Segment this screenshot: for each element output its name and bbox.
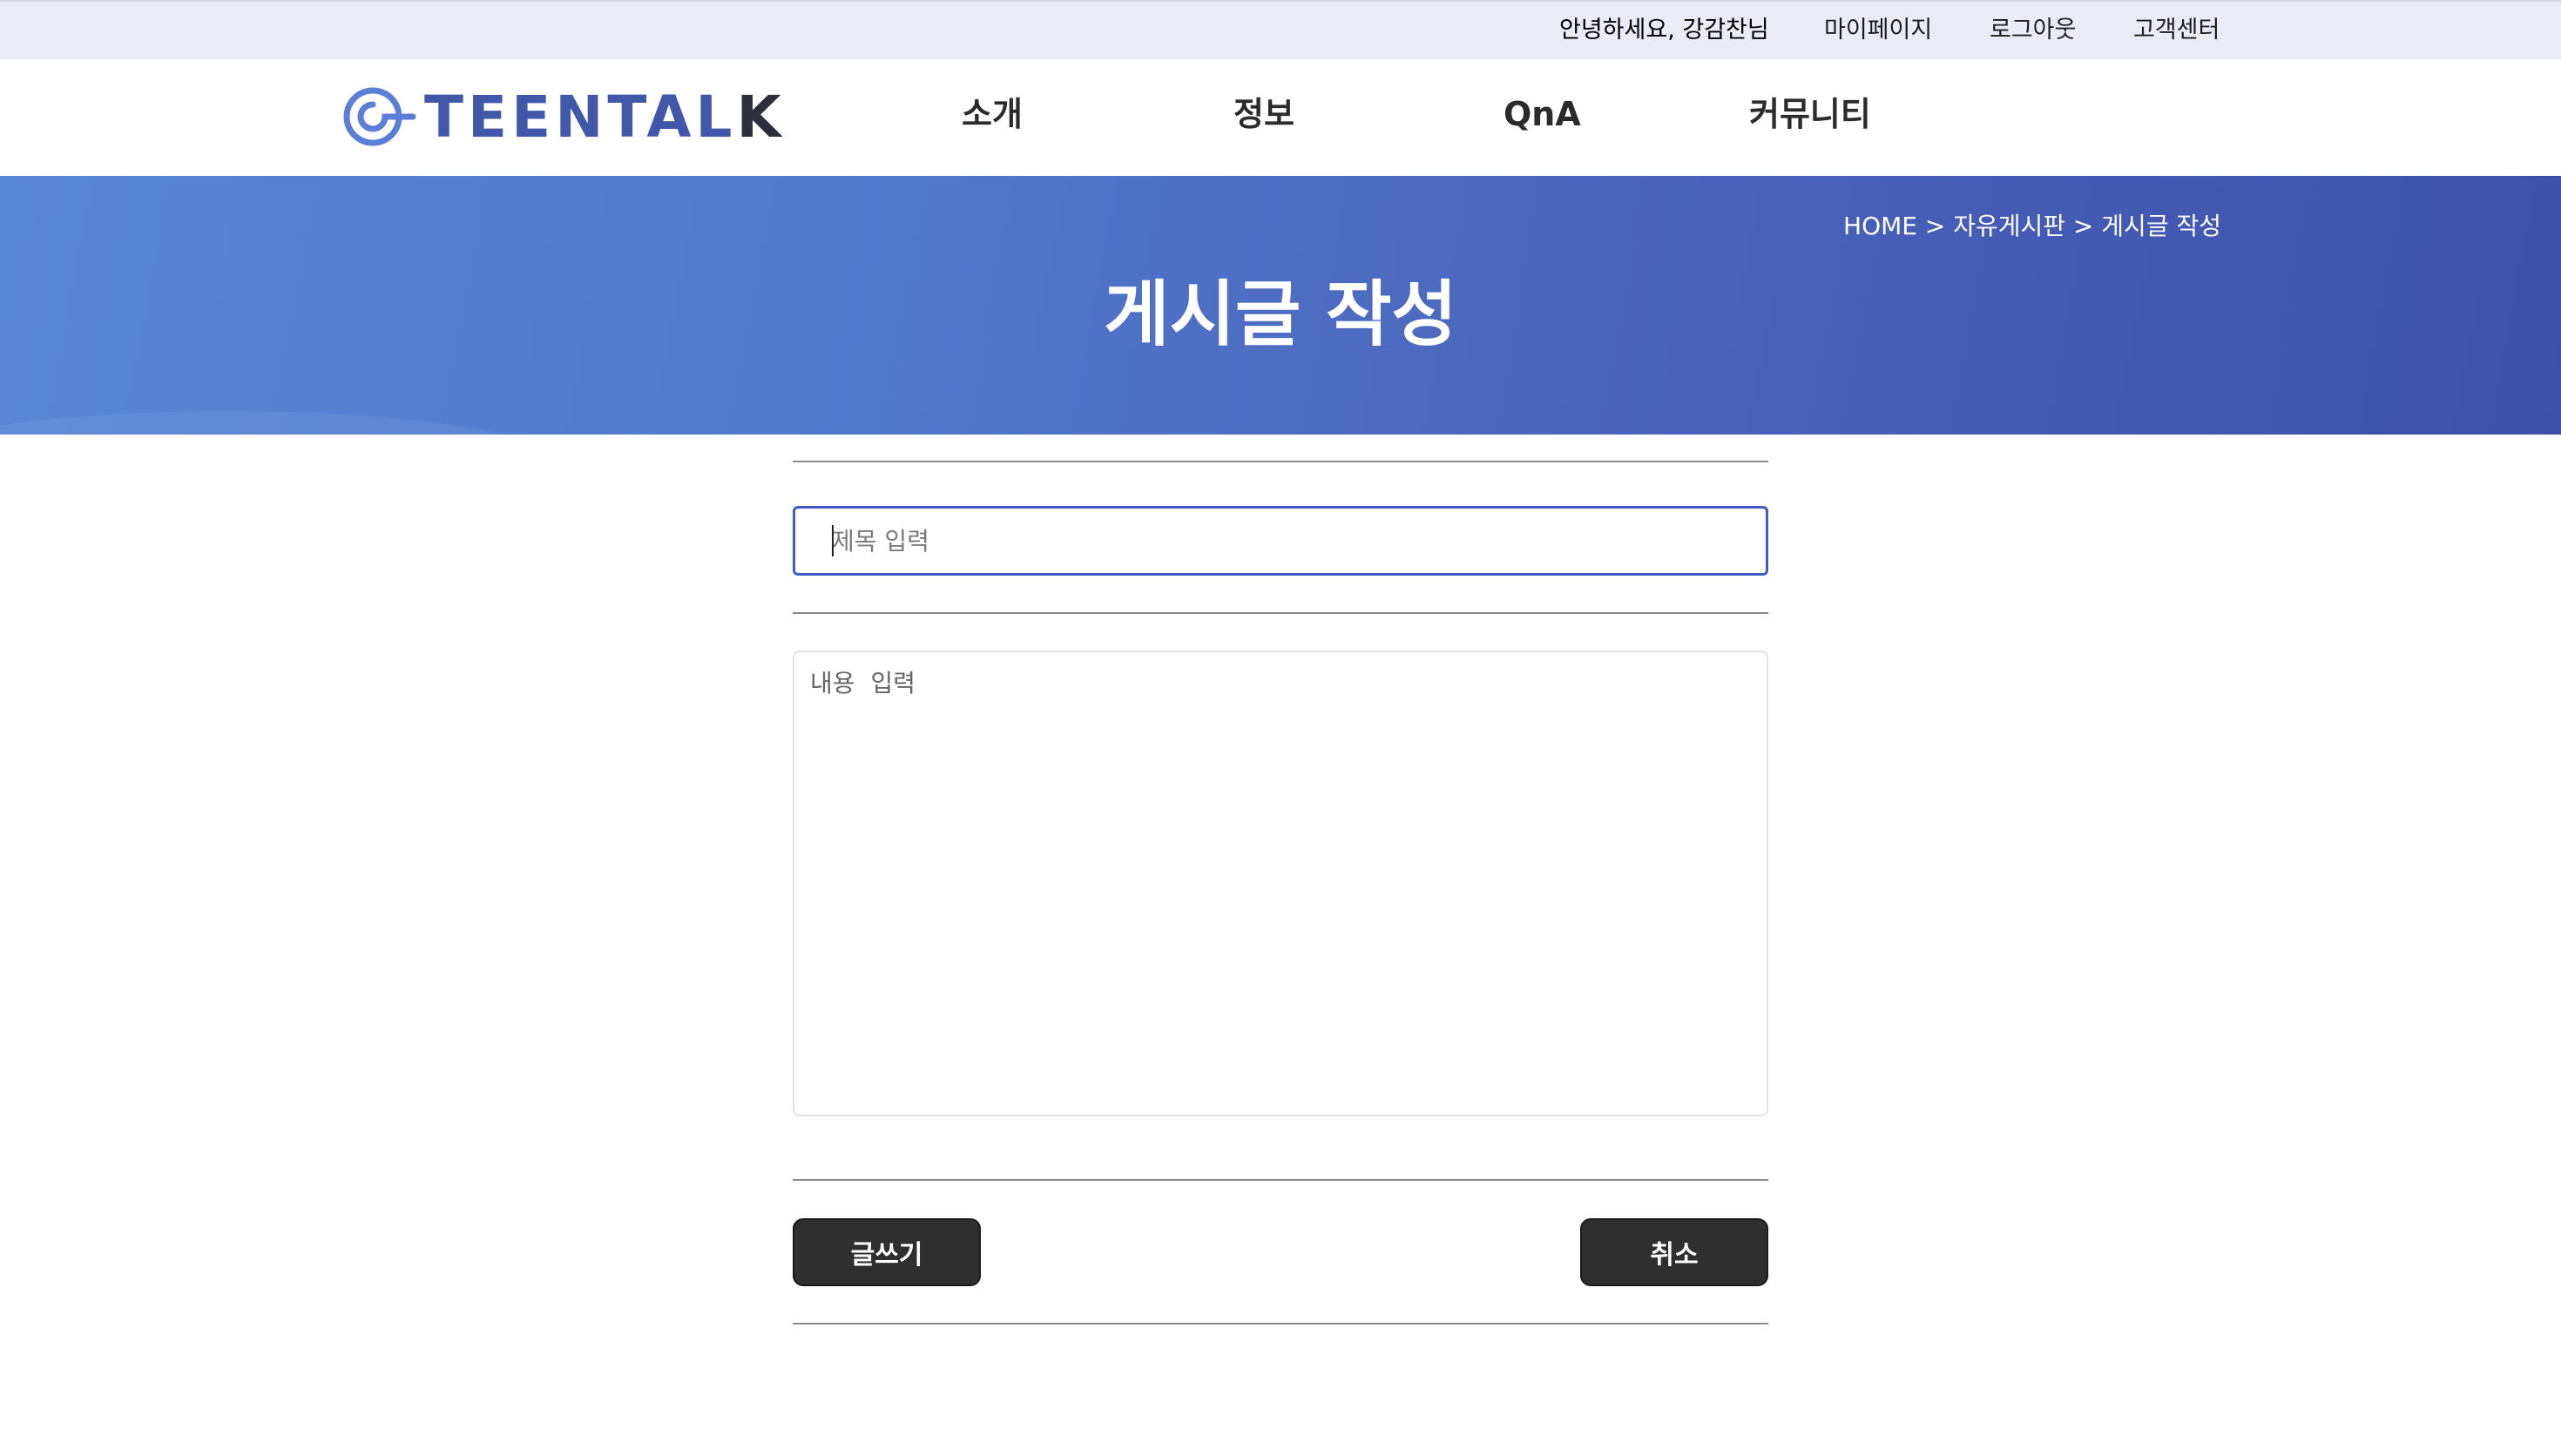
- nav-community[interactable]: 커뮤니티: [1749, 92, 1871, 136]
- logo-wordmark-k: K: [736, 84, 786, 151]
- banner-decoration: [0, 411, 557, 435]
- nav-info[interactable]: 정보: [1233, 92, 1294, 136]
- logo-wordmark-main: TEENTA: [424, 84, 696, 151]
- greeting-text: 안녕하세요, 강감찬님: [1559, 17, 1769, 44]
- teentalk-logo[interactable]: TEENTALK: [341, 82, 781, 152]
- form-divider-title: [793, 612, 1768, 614]
- text-caret: [832, 525, 834, 556]
- form-divider-top: [793, 461, 1768, 462]
- nav-intro[interactable]: 소개: [962, 92, 1023, 136]
- logo-wordmark: TEENTALK: [424, 87, 786, 148]
- mypage-link[interactable]: 마이페이지: [1824, 16, 1932, 45]
- page-title: 게시글 작성: [1104, 273, 1457, 356]
- logout-link[interactable]: 로그아웃: [1990, 16, 2076, 45]
- speech-bubble-logo-icon: [343, 87, 416, 146]
- page: 안녕하세요, 강감찬님 마이페이지 로그아웃 고객센터 TEENTALK 소개 …: [0, 0, 2561, 1456]
- form-divider-content: [793, 1179, 1768, 1181]
- title-input[interactable]: [793, 506, 1768, 576]
- content-textarea[interactable]: [793, 650, 1768, 1116]
- write-button[interactable]: 글쓰기: [793, 1218, 981, 1286]
- logo-wordmark-l: L: [695, 84, 737, 151]
- customer-center-link[interactable]: 고객센터: [2133, 16, 2220, 45]
- form-divider-bottom: [793, 1323, 1768, 1325]
- nav-qna[interactable]: QnA: [1503, 92, 1581, 136]
- top-utility-bar: 안녕하세요, 강감찬님 마이페이지 로그아웃 고객센터: [0, 0, 2561, 59]
- site-header: TEENTALK 소개 정보 QnA 커뮤니티: [0, 59, 2561, 176]
- page-banner: HOME > 자유게시판 > 게시글 작성 게시글 작성: [0, 176, 2561, 435]
- breadcrumb: HOME > 자유게시판 > 게시글 작성: [1843, 212, 2221, 240]
- cancel-button[interactable]: 취소: [1580, 1218, 1768, 1286]
